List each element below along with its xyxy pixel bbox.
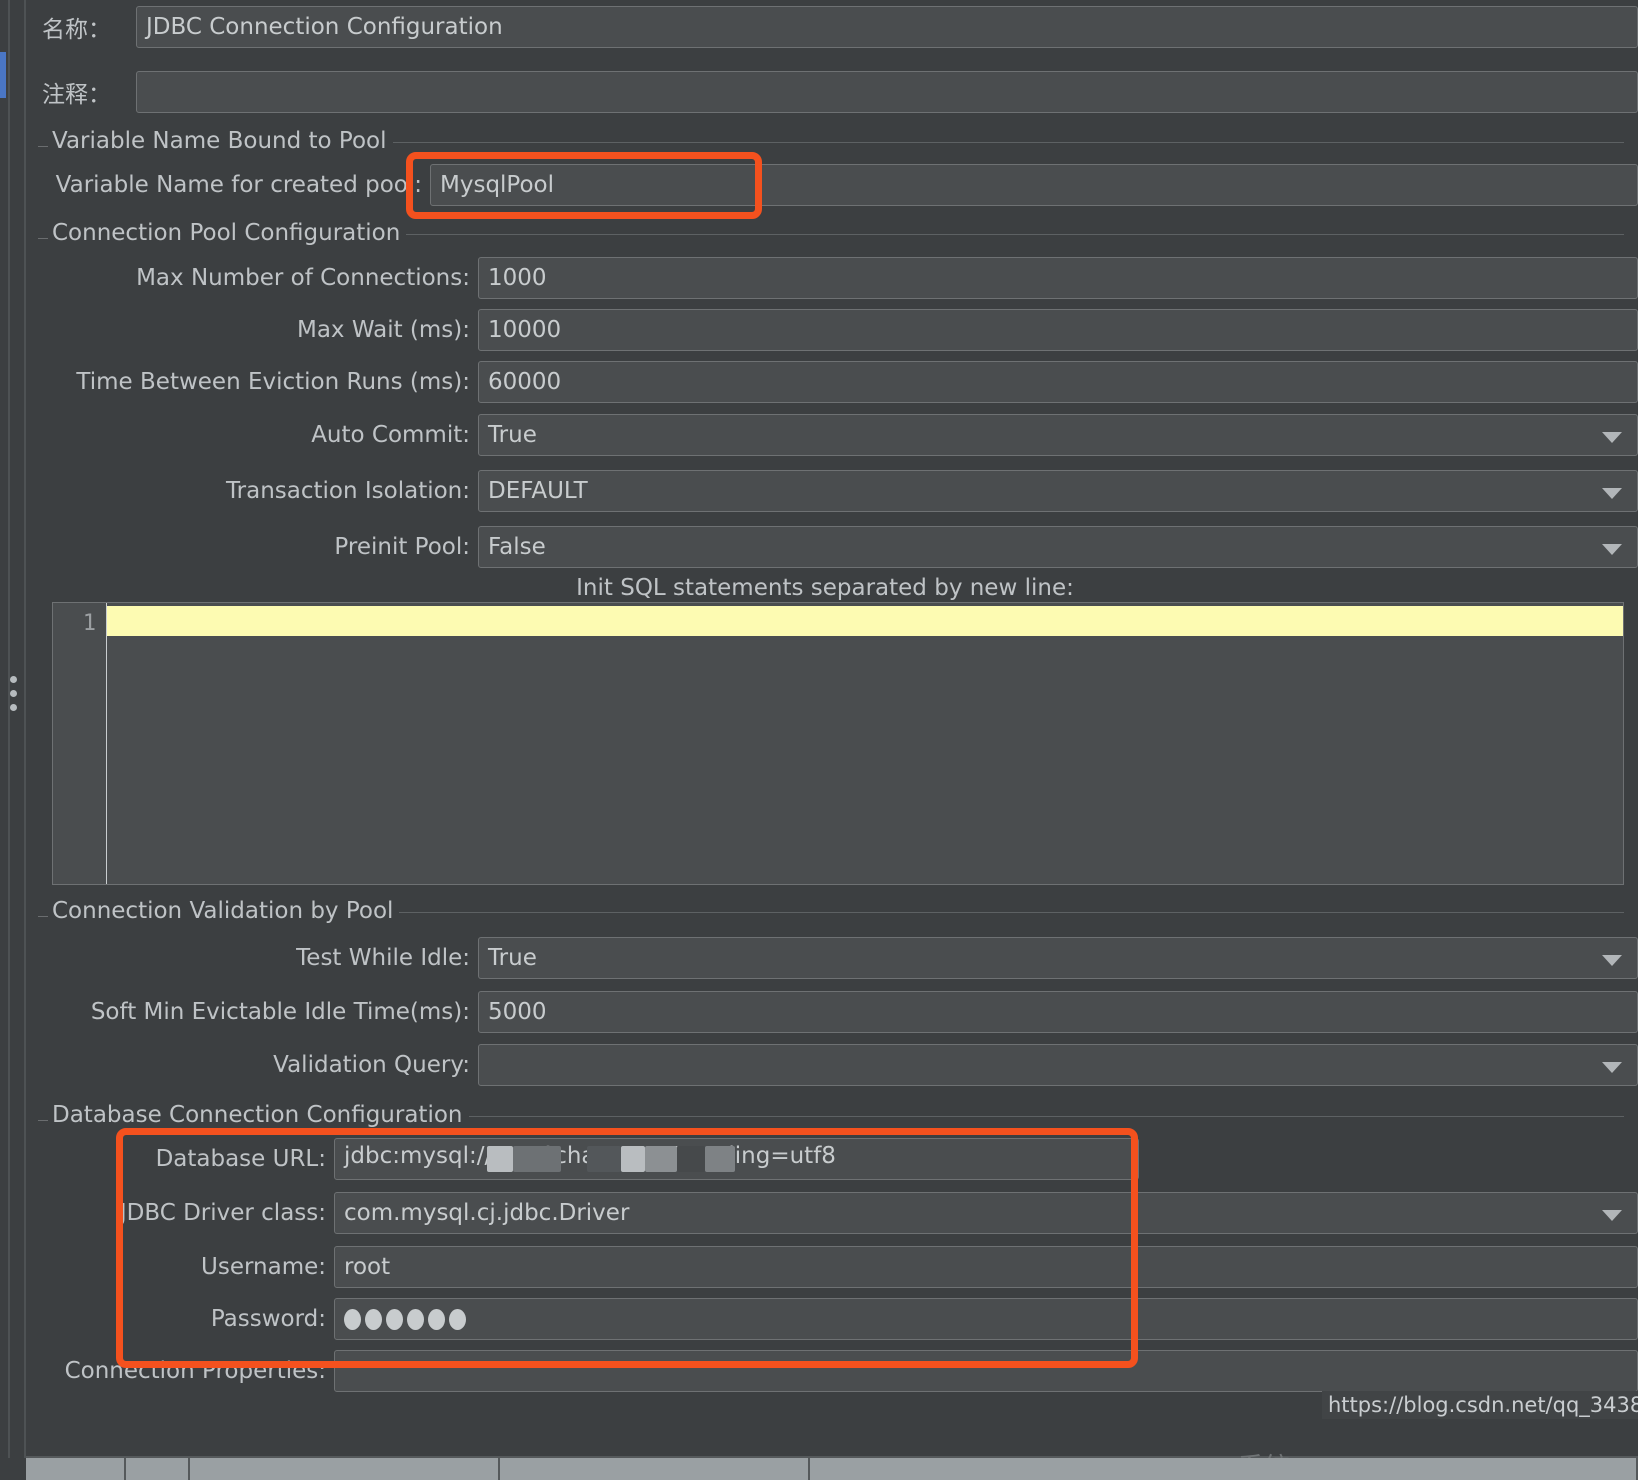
database-url-input[interactable]: jdbc:mysql:// .est?characterEncoding=utf… <box>334 1138 1139 1180</box>
redaction-block <box>621 1146 645 1172</box>
test-while-idle-label: Test While Idle: <box>296 945 470 971</box>
row-max-wait: Max Wait (ms): 10000 <box>38 305 1638 355</box>
password-input[interactable] <box>334 1298 1638 1340</box>
max-wait-input[interactable]: 10000 <box>478 309 1638 351</box>
row-jdbc-driver: JDBC Driver class: com.mysql.cj.jdbc.Dri… <box>38 1188 1638 1238</box>
eviction-runs-input[interactable]: 60000 <box>478 361 1638 403</box>
bottom-status-bar <box>0 1458 1638 1480</box>
redaction-block <box>705 1146 735 1172</box>
group-title-validation: Connection Validation by Pool <box>38 898 1624 924</box>
main-panel: 名称： JDBC Connection Configuration 注释： Va… <box>26 0 1638 1480</box>
editor-current-line-highlight <box>107 606 1623 636</box>
name-label: 名称： <box>42 17 111 43</box>
splitter-handle-icon[interactable] <box>10 676 17 711</box>
group-label: Variable Name Bound to Pool <box>52 128 387 154</box>
row-variable-name: Variable Name for created pool: MysqlPoo… <box>38 160 1638 210</box>
chevron-down-icon[interactable] <box>1602 1062 1622 1073</box>
variable-name-input[interactable]: MysqlPool <box>430 164 1638 206</box>
redaction-block <box>645 1146 677 1172</box>
soft-min-evictable-input[interactable]: 5000 <box>478 991 1638 1033</box>
variable-name-label: Variable Name for created pool: <box>55 172 422 198</box>
group-label: Connection Validation by Pool <box>52 898 394 924</box>
group-label: Connection Pool Configuration <box>52 220 401 246</box>
preinit-pool-select[interactable]: False <box>478 526 1638 568</box>
comment-label: 注释： <box>42 82 111 108</box>
username-label: Username: <box>201 1254 326 1280</box>
name-row: 名称： JDBC Connection Configuration <box>26 2 1638 52</box>
eviction-runs-label: Time Between Eviction Runs (ms): <box>76 369 470 395</box>
editor-code-area[interactable] <box>107 603 1623 884</box>
redaction-block <box>587 1146 621 1172</box>
jdbc-driver-select[interactable]: com.mysql.cj.jdbc.Driver <box>334 1192 1638 1234</box>
group-title-variable-name: Variable Name Bound to Pool <box>38 128 1624 154</box>
group-label: Database Connection Configuration <box>52 1102 463 1128</box>
panel-divider-left <box>8 0 10 1480</box>
watermark-text: https://blog.csdn.net/qq_34386723 <box>1322 1391 1638 1419</box>
row-validation-query: Validation Query: <box>38 1040 1638 1090</box>
row-username: Username: root <box>38 1242 1638 1292</box>
row-connection-properties: Connection Properties: <box>38 1346 1638 1396</box>
transaction-isolation-label: Transaction Isolation: <box>225 478 470 504</box>
comment-row: 注释： <box>26 67 1638 117</box>
name-input[interactable]: JDBC Connection Configuration <box>136 6 1638 48</box>
chevron-down-icon[interactable] <box>1602 488 1622 499</box>
connection-properties-input[interactable] <box>334 1350 1638 1392</box>
password-masked-value <box>344 1308 466 1330</box>
username-input[interactable]: root <box>334 1246 1638 1288</box>
max-connections-label: Max Number of Connections: <box>136 265 470 291</box>
comment-input[interactable] <box>136 71 1638 113</box>
chevron-down-icon[interactable] <box>1602 432 1622 443</box>
preinit-pool-label: Preinit Pool: <box>334 534 470 560</box>
redaction-block <box>487 1146 513 1172</box>
row-password: Password: <box>38 1294 1638 1344</box>
row-database-url: Database URL: jdbc:mysql:// .est?charact… <box>38 1134 1638 1184</box>
password-label: Password: <box>210 1306 326 1332</box>
left-gutter-strip <box>0 0 8 1480</box>
row-max-connections: Max Number of Connections: 1000 <box>38 253 1638 303</box>
init-sql-caption: Init SQL statements separated by new lin… <box>576 575 1074 601</box>
init-sql-editor[interactable]: 1 <box>52 602 1624 885</box>
scroll-indicator-thumb[interactable] <box>0 52 6 98</box>
chevron-down-icon[interactable] <box>1602 1210 1622 1221</box>
row-test-while-idle: Test While Idle: True <box>38 933 1638 983</box>
connection-properties-label: Connection Properties: <box>64 1358 326 1384</box>
row-soft-min-evictable: Soft Min Evictable Idle Time(ms): 5000 <box>38 987 1638 1037</box>
row-preinit-pool: Preinit Pool: False <box>38 522 1638 572</box>
database-url-label: Database URL: <box>155 1146 326 1172</box>
chevron-down-icon[interactable] <box>1602 544 1622 555</box>
row-auto-commit: Auto Commit: True <box>38 410 1638 460</box>
max-wait-label: Max Wait (ms): <box>296 317 470 343</box>
auto-commit-select[interactable]: True <box>478 414 1638 456</box>
max-connections-input[interactable]: 1000 <box>478 257 1638 299</box>
auto-commit-label: Auto Commit: <box>311 422 470 448</box>
row-eviction-runs: Time Between Eviction Runs (ms): 60000 <box>38 357 1638 407</box>
soft-min-evictable-label: Soft Min Evictable Idle Time(ms): <box>90 999 470 1025</box>
row-transaction-isolation: Transaction Isolation: DEFAULT <box>38 466 1638 516</box>
jdbc-connection-configuration-screen: 名称： JDBC Connection Configuration 注释： Va… <box>0 0 1638 1480</box>
jdbc-driver-label: JDBC Driver class: <box>119 1200 326 1226</box>
group-title-pool-config: Connection Pool Configuration <box>38 220 1624 246</box>
test-while-idle-select[interactable]: True <box>478 937 1638 979</box>
validation-query-select[interactable] <box>478 1044 1638 1086</box>
chevron-down-icon[interactable] <box>1602 955 1622 966</box>
redaction-block <box>513 1146 561 1172</box>
transaction-isolation-select[interactable]: DEFAULT <box>478 470 1638 512</box>
editor-line-numbers: 1 <box>53 603 107 884</box>
group-title-database: Database Connection Configuration <box>38 1102 1624 1128</box>
validation-query-label: Validation Query: <box>273 1052 470 1078</box>
redaction-block <box>677 1146 705 1172</box>
